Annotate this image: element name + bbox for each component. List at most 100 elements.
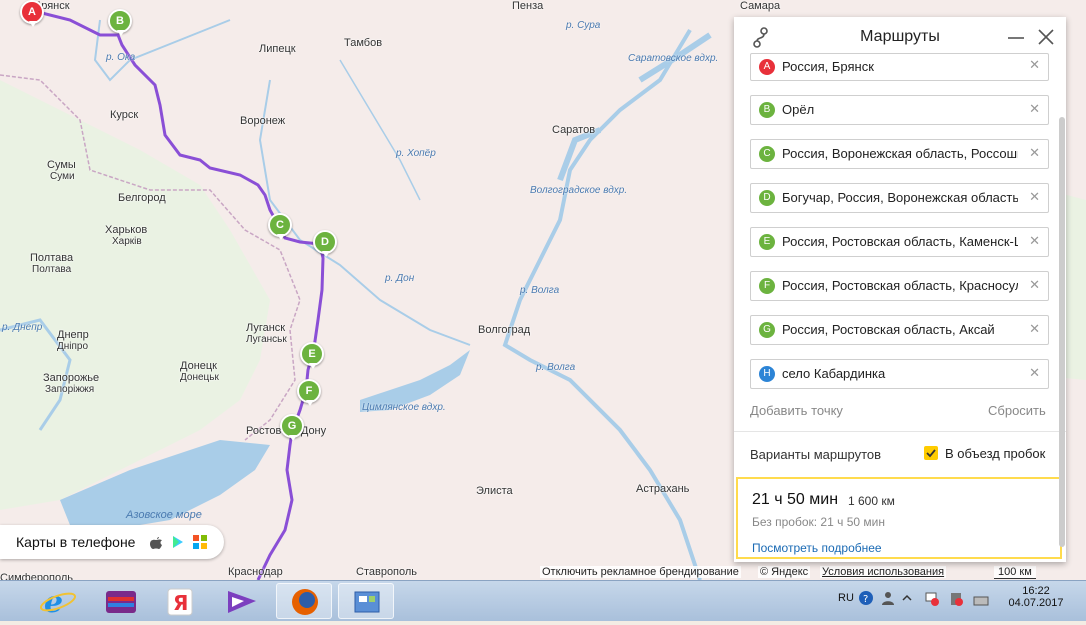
route-marker-d[interactable]: D: [313, 230, 337, 257]
remove-waypoint-icon[interactable]: ✕: [1029, 101, 1040, 117]
user-icon[interactable]: [880, 590, 896, 606]
chevron-up-icon[interactable]: [902, 593, 912, 603]
winrar-icon: [106, 591, 136, 613]
route-marker-f[interactable]: F: [297, 379, 321, 406]
mobile-app-promo[interactable]: Карты в телефоне: [0, 525, 224, 559]
taskbar-firefox[interactable]: [276, 583, 332, 619]
route-marker-c[interactable]: C: [268, 213, 292, 240]
waypoint-text[interactable]: Россия, Ростовская область, Аксай: [782, 322, 1018, 337]
clock-date: 04.07.2017: [1008, 597, 1064, 609]
terms-link[interactable]: Условия использования: [820, 566, 947, 578]
waypoint-marker-d: D: [759, 190, 775, 206]
start-button[interactable]: [0, 583, 2, 619]
network-icon[interactable]: [972, 591, 990, 607]
waypoint-text[interactable]: село Кабардинка: [782, 366, 1018, 381]
city-label: Луганск: [246, 322, 286, 334]
system-clock[interactable]: 16:22 04.07.2017: [1004, 585, 1068, 609]
taskbar-ie[interactable]: e: [30, 583, 86, 620]
mobile-app-promo-label: Карты в телефоне: [16, 534, 136, 550]
internet-explorer-icon: e: [39, 585, 77, 620]
city-label: Суми: [50, 171, 75, 182]
add-point-link[interactable]: Добавить точку: [750, 403, 843, 418]
control-panel-icon: [354, 591, 380, 613]
reset-link[interactable]: Сбросить: [988, 403, 1046, 418]
taskbar-winrar[interactable]: [94, 583, 150, 619]
waypoint-field-e[interactable]: E Россия, Ростовская область, Каменск-Ша…: [750, 227, 1049, 257]
city-label: Курск: [110, 109, 139, 121]
city-label: Элиста: [476, 485, 513, 497]
route-time: 21 ч 50 мин: [752, 491, 839, 508]
route-marker-g[interactable]: G: [280, 414, 304, 441]
river-label: р. Волга: [520, 285, 560, 296]
waypoint-text[interactable]: Россия, Ростовская область, Красносулинс…: [782, 278, 1018, 293]
waypoint-field-c[interactable]: C Россия, Воронежская область, Россошь ✕: [750, 139, 1049, 169]
view-details-link[interactable]: Посмотреть подробнее: [752, 541, 882, 555]
checkmark-icon: [926, 449, 936, 458]
river-label: р. Сура: [566, 20, 601, 31]
city-label: Запорожье: [43, 372, 100, 384]
waypoint-text[interactable]: Орёл: [782, 102, 1018, 117]
waypoint-field-d[interactable]: D Богучар, Россия, Воронежская область ✕: [750, 183, 1049, 213]
windows-start-icon: [0, 583, 2, 619]
avoid-traffic-checkbox[interactable]: [924, 446, 938, 460]
route-marker-b[interactable]: B: [108, 9, 132, 36]
google-play-icon[interactable]: [170, 534, 186, 550]
waypoint-text[interactable]: Россия, Ростовская область, Каменск-Шахт…: [782, 234, 1018, 249]
river-label: р. Волга: [536, 362, 576, 373]
minimize-icon[interactable]: [1006, 27, 1026, 47]
route-distance: 1 600 км: [848, 494, 895, 508]
taskbar-yandex[interactable]: Я: [152, 583, 208, 619]
route-options: Варианты маршрутов В объезд пробок: [734, 431, 1066, 476]
waypoint-text[interactable]: Россия, Брянск: [782, 59, 1018, 74]
remove-waypoint-icon[interactable]: ✕: [1029, 57, 1040, 73]
visual-studio-icon: [228, 591, 256, 613]
waypoint-marker-c: C: [759, 146, 775, 162]
route-marker-e[interactable]: E: [300, 342, 324, 369]
close-icon[interactable]: [1036, 27, 1056, 47]
route-result-card[interactable]: 21 ч 50 мин 1 600 км Без пробок: 21 ч 50…: [736, 477, 1062, 559]
routes-panel: Маршруты A Россия, Брянск ✕ B Орёл ✕ C Р…: [734, 17, 1066, 562]
windows-icon[interactable]: [192, 534, 208, 550]
remove-waypoint-icon[interactable]: ✕: [1029, 277, 1040, 293]
waypoint-marker-f: F: [759, 278, 775, 294]
waypoint-text[interactable]: Россия, Воронежская область, Россошь: [782, 146, 1018, 161]
flag-icon[interactable]: [924, 591, 940, 607]
waypoint-marker-h: H: [759, 366, 775, 382]
remove-waypoint-icon[interactable]: ✕: [1029, 321, 1040, 337]
apple-icon[interactable]: [148, 534, 164, 550]
waypoint-text[interactable]: Богучар, Россия, Воронежская область: [782, 190, 1018, 205]
panel-scrollbar[interactable]: [1059, 117, 1065, 547]
city-label: Липецк: [259, 43, 296, 55]
city-label: Сумы: [47, 159, 76, 171]
route-marker-a[interactable]: A: [20, 0, 44, 27]
city-label: Днепр: [57, 329, 89, 341]
waypoint-field-h[interactable]: H село Кабардинка ✕: [750, 359, 1049, 389]
remove-waypoint-icon[interactable]: ✕: [1029, 233, 1040, 249]
waypoint-field-a[interactable]: A Россия, Брянск ✕: [750, 53, 1049, 81]
language-indicator[interactable]: RU: [838, 592, 854, 604]
windows-taskbar: e Я RU ? 16:22 04.07.2017: [0, 580, 1086, 621]
remove-waypoint-icon[interactable]: ✕: [1029, 189, 1040, 205]
waypoint-field-b[interactable]: B Орёл ✕: [750, 95, 1049, 125]
city-label: Самара: [740, 0, 781, 12]
waypoint-field-f[interactable]: F Россия, Ростовская область, Красносули…: [750, 271, 1049, 301]
disable-branding-link[interactable]: Отключить рекламное брендирование: [540, 566, 741, 578]
help-icon[interactable]: ?: [858, 590, 874, 606]
city-label: Волгоград: [478, 324, 531, 336]
river-label: р. Хопёр: [396, 148, 436, 159]
taskbar-vs[interactable]: [214, 583, 270, 619]
city-label: Луганськ: [246, 334, 287, 345]
avoid-traffic-label[interactable]: В объезд пробок: [945, 446, 1045, 461]
svg-text:e: e: [44, 585, 63, 619]
remove-waypoint-icon[interactable]: ✕: [1029, 145, 1040, 161]
city-label: Астрахань: [636, 483, 690, 495]
city-label: Донецьк: [180, 372, 219, 383]
svg-text:?: ?: [863, 594, 868, 605]
battery-icon[interactable]: [948, 591, 964, 607]
sea-label: Азовское море: [126, 509, 202, 521]
taskbar-control-panel[interactable]: [338, 583, 394, 619]
remove-waypoint-icon[interactable]: ✕: [1029, 365, 1040, 381]
waypoint-marker-b: B: [759, 102, 775, 118]
waypoint-field-g[interactable]: G Россия, Ростовская область, Аксай ✕: [750, 315, 1049, 345]
city-label: Полтава: [30, 252, 74, 264]
